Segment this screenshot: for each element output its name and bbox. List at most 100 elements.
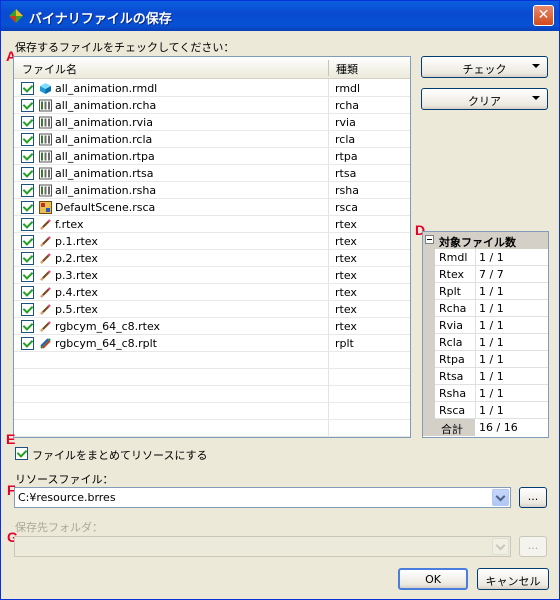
file-row[interactable]: p.1.rtex rtex [14,233,410,250]
file-row[interactable]: rgbcym_64_c8.rplt rplt [14,335,410,352]
count-value: 1 / 1 [479,285,504,298]
file-row[interactable]: all_animation.rsha rsha [14,182,410,199]
file-checkbox[interactable] [21,116,34,129]
file-row[interactable]: all_animation.rcla rcla [14,131,410,148]
file-checkbox[interactable] [21,252,34,265]
file-checkbox[interactable] [21,235,34,248]
file-checkbox[interactable] [21,99,34,112]
file-row[interactable]: all_animation.rmdl rmdl [14,80,410,97]
combine-label: ファイルをまとめてリソースにする [32,449,208,462]
clear-button[interactable]: クリア [421,88,548,110]
file-type: rtex [335,252,357,265]
file-type: rtex [335,218,357,231]
file-row[interactable]: all_animation.rcha rcha [14,97,410,114]
count-value: 1 / 1 [479,387,504,400]
chevron-down-icon[interactable] [492,489,509,506]
file-name: all_animation.rcla [55,133,153,146]
ok-button[interactable]: OK [398,568,468,590]
file-row[interactable]: all_animation.rtpa rtpa [14,148,410,165]
column-header-type[interactable]: 種類 [336,61,358,77]
file-row[interactable]: all_animation.rtsa rtsa [14,165,410,182]
collapse-icon[interactable] [425,235,434,244]
chevron-down-icon [492,538,509,555]
file-name: f.rtex [55,218,84,231]
count-type: Rtpa [439,353,465,366]
file-name: p.5.rtex [55,303,98,316]
animation-film-icon [39,116,52,129]
file-row[interactable]: rgbcym_64_c8.rtex rtex [14,318,410,335]
texture-pencil-icon [39,286,52,299]
file-name: p.2.rtex [55,252,98,265]
count-row: Rtsa 1 / 1 [423,368,548,385]
ok-button-label: OK [425,573,441,586]
file-checkbox[interactable] [21,150,34,163]
resource-file-combo[interactable]: C:¥resource.brres [14,487,511,508]
combine-checkbox[interactable] [15,447,28,460]
total-value: 16 / 16 [479,421,518,434]
file-name: rgbcym_64_c8.rtex [55,320,161,333]
cancel-button[interactable]: キャンセル [477,568,549,590]
window-title: バイナリファイルの保存 [29,12,172,27]
save-binary-dialog: バイナリファイルの保存 ✕ A 保存するファイルをチェックしてください： ファイ… [0,0,560,600]
file-row[interactable]: p.4.rtex rtex [14,284,410,301]
file-checkbox[interactable] [21,133,34,146]
file-row[interactable]: p.2.rtex rtex [14,250,410,267]
file-count-title: 対象ファイル数 [439,236,516,249]
file-checkbox[interactable] [21,82,34,95]
chevron-down-icon [532,96,540,100]
file-name: all_animation.rmdl [55,82,158,95]
count-value: 1 / 1 [479,319,504,332]
file-checkbox[interactable] [21,269,34,282]
resource-browse-button[interactable]: ... [519,487,547,508]
cube-model-icon [39,82,52,95]
file-name: p.4.rtex [55,286,98,299]
empty-row [14,352,410,369]
file-name: all_animation.rsha [55,184,157,197]
file-row[interactable]: all_animation.rvia rvia [14,114,410,131]
file-type: rsha [335,184,359,197]
file-checkbox[interactable] [21,184,34,197]
file-name: p.1.rtex [55,235,98,248]
app-icon [9,9,23,23]
count-type: Rtsa [439,370,464,383]
empty-row [14,369,410,386]
file-name: all_animation.rvia [55,116,153,129]
instruction-label: 保存するファイルをチェックしてください： [15,41,235,54]
texture-pencil-icon [39,252,52,265]
file-type: rplt [335,337,354,350]
count-value: 1 / 1 [479,336,504,349]
file-checkbox[interactable] [21,201,34,214]
file-type: rcla [335,133,356,146]
count-type: Rtex [439,268,465,281]
file-count-header[interactable]: 対象ファイル数 [423,232,548,249]
file-checkbox[interactable] [21,303,34,316]
file-name: DefaultScene.rsca [55,201,156,214]
dest-folder-combo[interactable] [14,536,511,557]
file-checkbox[interactable] [21,218,34,231]
total-label: 合計 [441,423,463,436]
file-checkbox[interactable] [21,337,34,350]
file-list[interactable]: ファイル名 種類 all_animation.rmdl rmdl all_anima… [13,56,411,438]
file-row[interactable]: p.3.rtex rtex [14,267,410,284]
title-bar: バイナリファイルの保存 ✕ [1,1,559,31]
empty-row [14,403,410,420]
file-type: rtex [335,303,357,316]
file-checkbox[interactable] [21,167,34,180]
check-button[interactable]: チェック [421,56,548,78]
texture-pencil-icon [39,218,52,231]
file-row[interactable]: DefaultScene.rsca rsca [14,199,410,216]
animation-film-icon [39,167,52,180]
file-name: rgbcym_64_c8.rplt [55,337,157,350]
file-type: rtsa [335,167,357,180]
file-checkbox[interactable] [21,286,34,299]
close-button[interactable]: ✕ [533,5,554,26]
dest-browse-button[interactable]: ... [519,536,547,557]
file-type: rcha [335,99,360,112]
file-row[interactable]: f.rtex rtex [14,216,410,233]
count-row: Rsha 1 / 1 [423,385,548,402]
animation-film-icon [39,99,52,112]
count-value: 1 / 1 [479,353,504,366]
file-checkbox[interactable] [21,320,34,333]
file-row[interactable]: p.5.rtex rtex [14,301,410,318]
column-header-filename[interactable]: ファイル名 [22,61,77,77]
